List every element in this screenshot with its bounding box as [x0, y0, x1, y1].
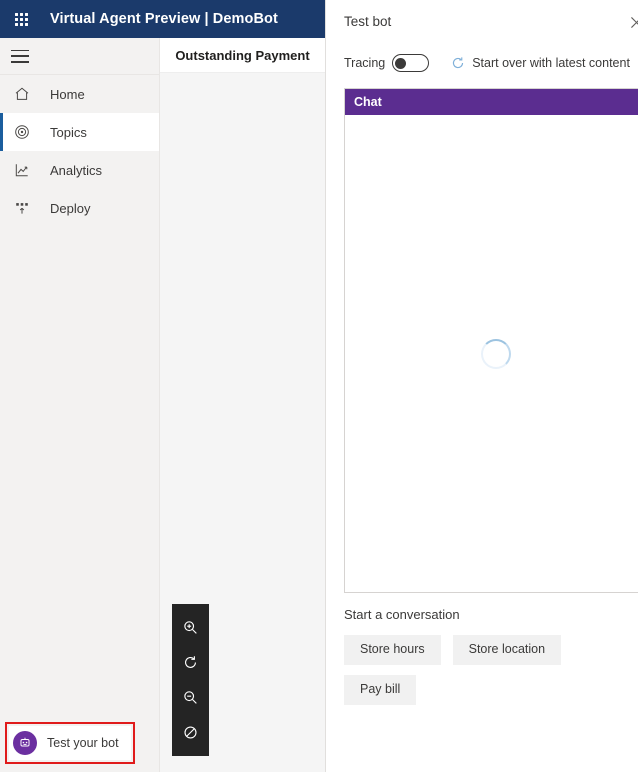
zoom-in-button[interactable] — [172, 610, 209, 645]
more-vertical-icon[interactable] — [630, 51, 638, 75]
start-over-button[interactable]: Start over with latest content — [451, 56, 630, 70]
hamburger-icon — [11, 49, 29, 63]
start-over-label: Start over with latest content — [472, 56, 630, 70]
analytics-chart-icon — [12, 160, 32, 180]
sidebar-item-label: Topics — [50, 124, 87, 140]
topics-broadcast-icon — [12, 122, 32, 142]
test-your-bot-label: Test your bot — [47, 736, 119, 750]
sidebar-item-topics[interactable]: Topics — [0, 113, 159, 151]
topic-tab[interactable]: Outstanding Payment — [160, 38, 325, 73]
sidebar-item-label: Analytics — [50, 162, 103, 178]
refresh-icon — [451, 56, 465, 70]
chat-message-area — [345, 115, 638, 592]
bot-avatar-icon — [13, 731, 37, 755]
app-window: Virtual Agent Preview | DemoBot Home Top… — [0, 0, 638, 772]
reset-view-button[interactable] — [172, 645, 209, 680]
left-body: Home Topics Analytics Deploy Test your b… — [0, 38, 325, 772]
test-bot-footer: Test your bot — [0, 722, 159, 772]
canvas-zoom-controls — [172, 604, 209, 756]
test-bot-panel-header: Test bot — [344, 14, 638, 42]
tracing-toggle-knob — [395, 57, 407, 69]
topic-canvas: Outstanding Payment — [160, 38, 325, 772]
starter-button-store-location[interactable]: Store location — [452, 635, 562, 665]
chat-widget: Chat — [344, 88, 638, 593]
starter-button-store-hours[interactable]: Store hours — [344, 635, 441, 665]
conversation-starters-title: Start a conversation — [344, 607, 460, 622]
tracing-toggle[interactable] — [392, 54, 430, 72]
sidebar-nav: Home Topics Analytics Deploy Test your b… — [0, 38, 160, 772]
home-icon — [12, 84, 32, 104]
tracing-label: Tracing — [344, 56, 386, 70]
test-your-bot-button[interactable]: Test your bot — [9, 726, 131, 760]
sidebar-item-analytics[interactable]: Analytics — [0, 151, 159, 189]
chat-header-label: Chat — [354, 95, 382, 109]
chat-header: Chat — [345, 89, 638, 115]
close-icon[interactable] — [626, 11, 638, 33]
zoom-out-button[interactable] — [172, 680, 209, 715]
left-region: Virtual Agent Preview | DemoBot Home Top… — [0, 0, 326, 772]
test-bot-panel: Test bot Tracing Start over with latest … — [326, 0, 638, 772]
fit-to-screen-button[interactable] — [172, 715, 209, 750]
waffle-grid-icon[interactable] — [10, 8, 32, 30]
topic-tab-label: Outstanding Payment — [175, 47, 310, 63]
deploy-upload-icon — [12, 198, 32, 218]
test-bot-panel-title: Test bot — [344, 14, 392, 29]
sidebar-item-label: Deploy — [50, 200, 91, 216]
loading-spinner-icon — [480, 338, 511, 369]
sidebar-item-deploy[interactable]: Deploy — [0, 189, 159, 227]
title-bar: Virtual Agent Preview | DemoBot — [0, 0, 325, 38]
conversation-starters: Start a conversation Store hours Store l… — [344, 607, 638, 705]
app-title: Virtual Agent Preview | DemoBot — [50, 11, 278, 27]
sidebar-item-home[interactable]: Home — [0, 75, 159, 113]
conversation-starter-buttons: Store hours Store location Pay bill — [344, 635, 594, 705]
hamburger-menu-button[interactable] — [0, 38, 159, 75]
starter-button-pay-bill[interactable]: Pay bill — [344, 674, 417, 705]
test-bot-toolbar: Tracing Start over with latest content — [344, 48, 638, 78]
sidebar-item-label: Home — [50, 86, 85, 102]
